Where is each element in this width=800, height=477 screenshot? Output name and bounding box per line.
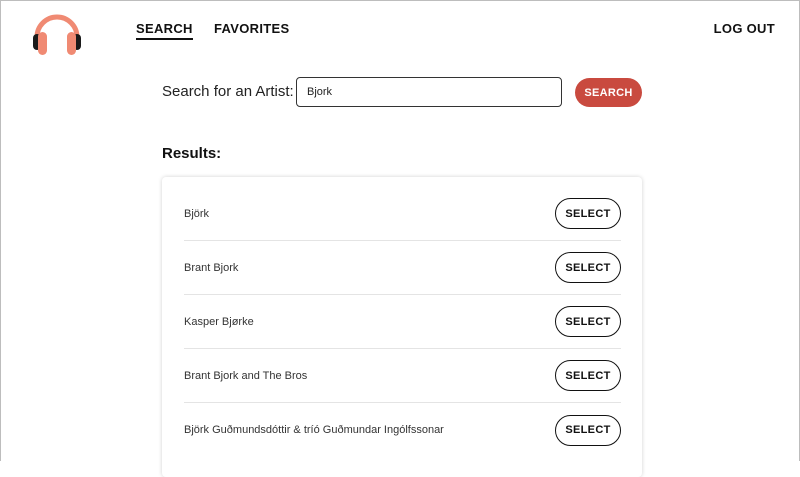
- artist-name: Björk: [184, 207, 210, 220]
- result-row: Björk SELECT: [184, 187, 621, 241]
- search-button[interactable]: SEARCH: [575, 78, 642, 107]
- nav-favorites-link[interactable]: FAVORITES: [214, 21, 289, 36]
- search-label: Search for an Artist:: [162, 83, 294, 100]
- select-button[interactable]: SELECT: [555, 414, 621, 446]
- select-button[interactable]: SELECT: [555, 360, 621, 391]
- logout-link[interactable]: LOG OUT: [714, 21, 775, 36]
- result-row: Brant Bjork SELECT: [184, 241, 621, 295]
- results-heading: Results:: [162, 145, 222, 162]
- result-row: Kasper Bjørke SELECT: [184, 295, 621, 349]
- artist-search-input[interactable]: [296, 77, 562, 107]
- artist-name: Björk Guðmundsdóttir & tríó Guðmundar In…: [184, 424, 444, 436]
- select-button[interactable]: SELECT: [555, 252, 621, 283]
- select-button[interactable]: SELECT: [555, 198, 621, 229]
- artist-name: Brant Bjork: [184, 261, 239, 274]
- nav-search-link[interactable]: SEARCH: [136, 21, 193, 40]
- headphones-logo-svg: [33, 14, 81, 55]
- headphones-icon[interactable]: [31, 7, 83, 57]
- result-row: Brant Bjork and The Bros SELECT: [184, 349, 621, 403]
- result-row: Björk Guðmundsdóttir & tríó Guðmundar In…: [184, 403, 621, 457]
- select-button[interactable]: SELECT: [555, 306, 621, 337]
- artist-name: Kasper Bjørke: [184, 315, 254, 328]
- app-window: SEARCH FAVORITES LOG OUT Search for an A…: [0, 0, 800, 477]
- results-card: Björk SELECT Brant Bjork SELECT Kasper B…: [162, 177, 642, 477]
- results-list: Björk SELECT Brant Bjork SELECT Kasper B…: [184, 187, 621, 457]
- artist-name: Brant Bjork and The Bros: [184, 369, 308, 382]
